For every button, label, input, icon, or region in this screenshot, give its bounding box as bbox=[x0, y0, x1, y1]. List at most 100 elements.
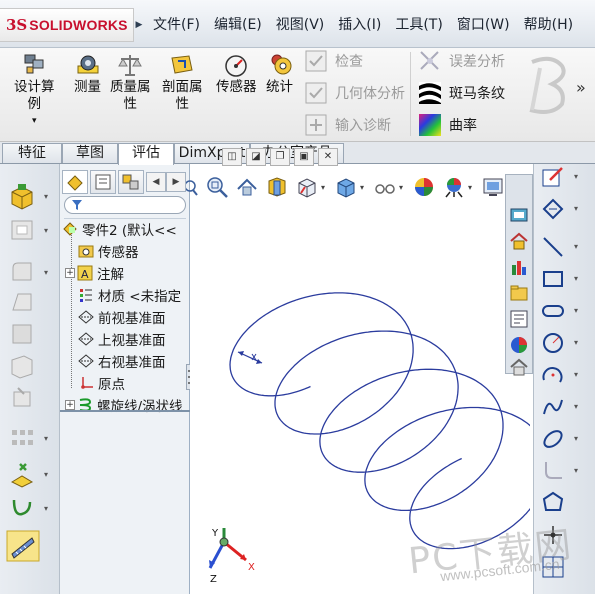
hud-dropdown-icon[interactable]: ▾ bbox=[321, 183, 329, 192]
left-dropdown-arrow-icon[interactable]: ▾ bbox=[44, 504, 48, 513]
file-explorer-icon[interactable] bbox=[509, 283, 529, 303]
restore-window-icon[interactable]: ❐ bbox=[270, 148, 290, 166]
tab-features[interactable]: 特征 bbox=[2, 143, 62, 163]
design-study-dropdown-icon[interactable]: ▾ bbox=[32, 113, 37, 130]
chamfer-icon[interactable] bbox=[8, 320, 36, 348]
hud-dropdown-icon[interactable]: ▾ bbox=[399, 183, 407, 192]
ellipse-icon[interactable] bbox=[540, 426, 566, 452]
zoom-area-icon[interactable] bbox=[204, 174, 230, 200]
left-dropdown-arrow-icon[interactable]: ▾ bbox=[44, 268, 48, 277]
feature-tree-tab[interactable] bbox=[62, 170, 88, 194]
tab-sketch[interactable]: 草图 bbox=[62, 143, 118, 163]
menu-edit[interactable]: 编辑(E) bbox=[207, 10, 269, 40]
design-library-icon[interactable] bbox=[509, 257, 529, 277]
maximize-window-icon[interactable]: ▣ bbox=[294, 148, 314, 166]
left-dropdown-arrow-icon[interactable]: ▾ bbox=[44, 226, 48, 235]
check-button[interactable]: 检查 bbox=[304, 48, 363, 74]
view-orientation-icon[interactable] bbox=[294, 174, 320, 200]
linear-sketch-pattern-icon[interactable] bbox=[540, 554, 566, 580]
sensor-button[interactable]: 传感器 bbox=[216, 52, 257, 96]
menu-window[interactable]: 窗口(W) bbox=[450, 10, 517, 40]
rib-icon[interactable] bbox=[8, 352, 36, 380]
close-window-icon[interactable]: ✕ bbox=[318, 148, 338, 166]
reference-geometry-icon[interactable] bbox=[8, 460, 36, 488]
hud-dropdown-icon[interactable]: ▾ bbox=[360, 183, 368, 192]
geometry-analysis-button[interactable]: 几何体分析 bbox=[304, 80, 405, 106]
tree-item-top-plane[interactable]: 上视基准面 bbox=[78, 328, 208, 350]
point-icon[interactable] bbox=[540, 522, 566, 548]
solidworks-resources-icon[interactable] bbox=[509, 205, 529, 225]
sketch-icon[interactable] bbox=[540, 164, 566, 190]
deviation-analysis-button[interactable]: 误差分析 bbox=[418, 48, 505, 74]
appearances-icon[interactable] bbox=[509, 335, 529, 355]
left-dropdown-arrow-icon[interactable]: ▾ bbox=[44, 434, 48, 443]
wrap-icon[interactable] bbox=[8, 384, 36, 412]
right-dropdown-arrow-icon[interactable]: ▾ bbox=[574, 338, 578, 347]
right-dropdown-arrow-icon[interactable]: ▾ bbox=[574, 242, 578, 251]
left-dropdown-arrow-icon[interactable]: ▾ bbox=[44, 470, 48, 479]
right-dropdown-arrow-icon[interactable]: ▾ bbox=[574, 434, 578, 443]
display-style-icon[interactable] bbox=[333, 174, 359, 200]
fillet-icon[interactable] bbox=[8, 258, 36, 286]
extruded-boss-icon[interactable] bbox=[8, 182, 36, 210]
logo-flyout-arrow-icon[interactable]: ▶ bbox=[134, 8, 144, 42]
hide-show-items-icon[interactable] bbox=[372, 174, 398, 200]
import-diagnostics-button[interactable]: 输入诊断 bbox=[304, 112, 391, 138]
right-dropdown-arrow-icon[interactable]: ▾ bbox=[574, 274, 578, 283]
home-icon[interactable] bbox=[509, 231, 529, 251]
statistics-button[interactable]: 统计 bbox=[266, 52, 293, 96]
expand-icon[interactable]: + bbox=[65, 268, 75, 278]
linear-pattern-icon[interactable] bbox=[8, 424, 36, 452]
menu-file[interactable]: 文件(F) bbox=[146, 10, 207, 40]
right-dropdown-arrow-icon[interactable]: ▾ bbox=[574, 306, 578, 315]
draft-icon[interactable] bbox=[8, 288, 36, 316]
spline-icon[interactable] bbox=[540, 394, 566, 420]
panel-scroll-right-icon[interactable]: ▶ bbox=[166, 172, 186, 192]
tree-item-sensors[interactable]: 传感器 bbox=[78, 240, 208, 262]
feature-filter-input[interactable] bbox=[64, 196, 186, 214]
previous-window-icon[interactable]: ◫ bbox=[222, 148, 242, 166]
menu-help[interactable]: 帮助(H) bbox=[517, 10, 580, 40]
menu-tools[interactable]: 工具(T) bbox=[388, 10, 449, 40]
slot-icon[interactable] bbox=[540, 298, 566, 324]
hud-dropdown-icon[interactable]: ▾ bbox=[468, 183, 476, 192]
apply-scene-icon[interactable] bbox=[441, 174, 467, 200]
design-study-button[interactable]: 设计算 例 ▾ bbox=[14, 52, 55, 130]
view-palette-icon[interactable] bbox=[509, 309, 529, 329]
right-dropdown-arrow-icon[interactable]: ▾ bbox=[574, 370, 578, 379]
line-icon[interactable] bbox=[540, 234, 566, 260]
polygon-icon[interactable] bbox=[540, 490, 566, 516]
panel-scroll-left-icon[interactable]: ◀ bbox=[146, 172, 166, 192]
configuration-manager-tab[interactable] bbox=[118, 170, 144, 194]
tree-item-front-plane[interactable]: 前视基准面 bbox=[78, 306, 208, 328]
smart-dimension-icon[interactable] bbox=[540, 196, 566, 222]
tree-item-material[interactable]: 材质 <未指定 bbox=[78, 284, 208, 306]
menu-insert[interactable]: 插入(I) bbox=[331, 10, 388, 40]
edit-appearance-icon[interactable] bbox=[411, 174, 437, 200]
rectangle-icon[interactable] bbox=[540, 266, 566, 292]
curves-icon[interactable] bbox=[8, 494, 36, 522]
solidworks-logo[interactable]: 3S SOLIDWORKS bbox=[0, 8, 134, 42]
instant3d-icon[interactable] bbox=[6, 530, 40, 562]
section-view-icon[interactable] bbox=[264, 174, 290, 200]
custom-properties-icon[interactable] bbox=[509, 357, 529, 377]
measure-button[interactable]: 测量 bbox=[74, 52, 101, 96]
right-dropdown-arrow-icon[interactable]: ▾ bbox=[574, 402, 578, 411]
arc-icon[interactable] bbox=[540, 362, 566, 388]
right-dropdown-arrow-icon[interactable]: ▾ bbox=[574, 204, 578, 213]
section-properties-button[interactable]: 剖面属 性 bbox=[162, 52, 203, 113]
tree-item-helix[interactable]: + 螺旋线/涡状线 bbox=[65, 394, 195, 416]
tab-evaluate[interactable]: 评估 bbox=[118, 143, 174, 165]
next-window-icon[interactable]: ◪ bbox=[246, 148, 266, 166]
right-dropdown-arrow-icon[interactable]: ▾ bbox=[574, 466, 578, 475]
circle-icon[interactable] bbox=[540, 330, 566, 356]
view-settings-icon[interactable] bbox=[480, 174, 506, 200]
tree-item-annotations[interactable]: + A 注解 bbox=[65, 262, 195, 284]
expand-icon[interactable]: + bbox=[65, 400, 75, 410]
mass-properties-button[interactable]: 质量属 性 bbox=[110, 52, 151, 113]
shell-icon[interactable] bbox=[8, 216, 36, 244]
curvature-button[interactable]: 曲率 bbox=[418, 112, 477, 138]
command-manager-more-icon[interactable]: » bbox=[576, 78, 586, 97]
right-dropdown-arrow-icon[interactable]: ▾ bbox=[574, 172, 578, 181]
zoom-to-fit-icon[interactable] bbox=[186, 174, 200, 200]
